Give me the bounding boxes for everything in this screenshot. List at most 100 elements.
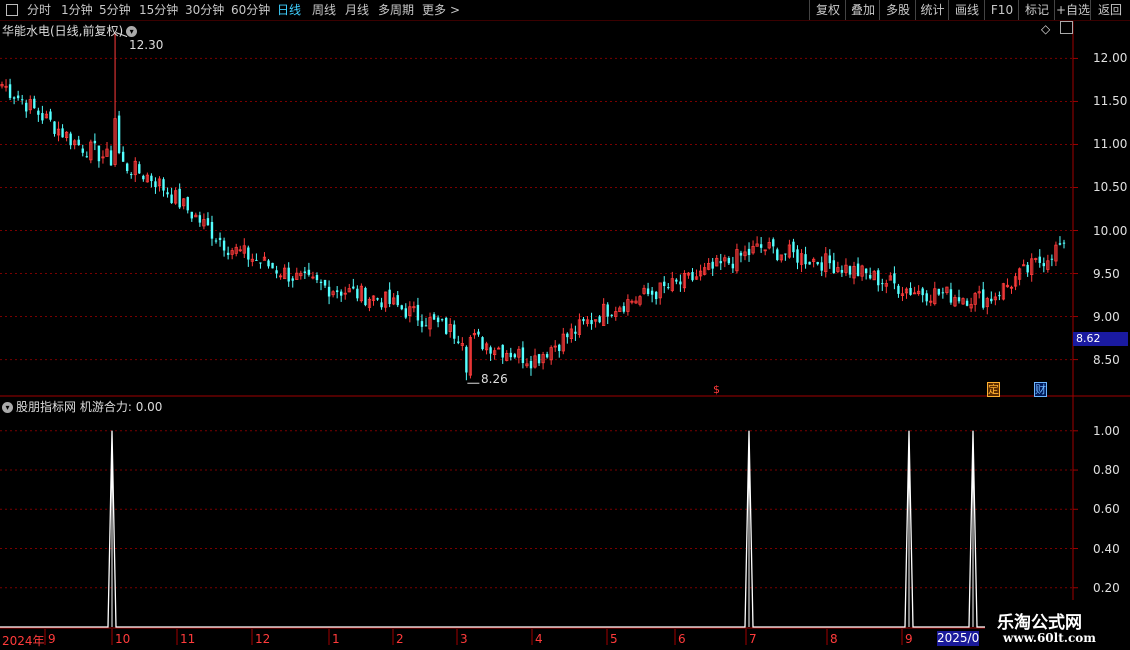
candle-body-down <box>856 263 860 276</box>
candle-body-down <box>784 253 787 255</box>
event-marker-cai[interactable]: 财 <box>1034 382 1047 397</box>
candle-body-down <box>909 287 912 295</box>
indicator-line <box>0 430 1073 628</box>
candle-body-down <box>380 302 383 308</box>
candle-body-down <box>339 291 343 296</box>
candle-body-down <box>453 324 456 339</box>
candle-body-down <box>804 254 807 265</box>
candle-body-down <box>868 274 872 279</box>
candle-body-down <box>214 240 218 242</box>
candle-body-down <box>465 346 468 373</box>
month-label: 1 <box>332 632 340 646</box>
price-tick-label: 9.50 <box>1093 266 1120 281</box>
candle-body-down <box>142 175 145 180</box>
candle-body-down <box>364 287 367 306</box>
candle-body-down <box>622 306 626 312</box>
high-price-label: 12.30 <box>129 38 164 52</box>
candle-body-down <box>663 281 666 287</box>
sub-title: 股朋指标网 <box>16 400 77 414</box>
candle-body-down <box>654 291 658 300</box>
candle-body-down <box>679 281 682 285</box>
candle-body-down <box>206 218 210 226</box>
candle-body-down <box>247 247 250 260</box>
candle-body-down <box>49 111 52 120</box>
candle-body-down <box>33 98 36 109</box>
price-tick-label: 8.50 <box>1093 352 1120 367</box>
candle-body-down <box>566 333 569 338</box>
candle-body-down <box>138 164 141 174</box>
candle-body-down <box>937 288 941 295</box>
watermark-title: 乐淘公式网 <box>997 613 1082 633</box>
candle-body-down <box>1050 258 1054 260</box>
candle-body-down <box>719 261 722 264</box>
candle-body-down <box>529 360 533 369</box>
candle-body-down <box>840 269 844 273</box>
candle-body-down <box>125 163 129 171</box>
candle-body-down <box>650 290 654 295</box>
month-label: 2 <box>396 632 404 646</box>
candle-body-down <box>998 295 1001 297</box>
candle-body-down <box>1062 242 1066 244</box>
indicator-value: 机游合力: 0.00 <box>79 400 163 414</box>
candle-body-down <box>747 248 751 256</box>
event-marker-ding[interactable]: 定 <box>987 382 1000 397</box>
candle-body-down <box>388 289 391 304</box>
candle-body-down <box>267 260 270 267</box>
candle-body-down <box>481 337 484 350</box>
month-label: 4 <box>535 632 543 646</box>
candle-body-down <box>921 288 924 296</box>
candle-body-down <box>759 244 763 248</box>
candle-body-down <box>166 192 169 195</box>
candle-body-down <box>117 115 121 154</box>
candle-body-down <box>877 270 880 286</box>
candle-body-down <box>37 110 40 115</box>
panel-toggle-icon[interactable] <box>1060 21 1073 34</box>
price-tick-label: 10.50 <box>1093 180 1128 195</box>
candle-body-down <box>457 341 460 343</box>
diamond-icon[interactable]: ◇ <box>1041 22 1050 36</box>
event-marker-s[interactable]: $ <box>713 383 720 396</box>
candle-body-down <box>477 331 480 335</box>
candle-body-down <box>610 314 613 316</box>
month-label: 5 <box>610 632 618 646</box>
chevron-down-icon[interactable]: ▾ <box>2 402 13 413</box>
candle-body-down <box>61 128 64 138</box>
price-tick-label: 11.50 <box>1093 94 1128 109</box>
candle-body-down <box>436 317 440 323</box>
kline-chart <box>0 21 1130 650</box>
candle-body-down <box>691 272 694 281</box>
candle-body-down <box>828 255 831 264</box>
watermark-url: www.60lt.com <box>1003 631 1096 645</box>
candle-body-down <box>537 354 541 364</box>
candle-body-down <box>25 102 28 112</box>
candle-body-down <box>776 249 779 261</box>
candle-body-down <box>16 95 20 99</box>
candle-body-down <box>12 97 16 99</box>
candle-body-down <box>727 257 731 264</box>
price-tick-label: 9.00 <box>1093 309 1120 324</box>
candle-body-down <box>509 352 512 358</box>
chevron-down-icon[interactable]: ▾ <box>126 26 138 37</box>
candle-body-down <box>93 140 97 144</box>
candle-body-down <box>69 133 72 146</box>
candle-body-down <box>130 174 133 176</box>
year-label: 2024年 <box>2 634 45 648</box>
candle-body-down <box>352 286 355 289</box>
candle-body-down <box>218 237 222 241</box>
current-price-tag: 8.62 <box>1073 332 1128 346</box>
candle-body-down <box>303 271 307 274</box>
candle-body-down <box>1042 263 1046 267</box>
candle-body-down <box>255 259 258 261</box>
candle-body-down <box>711 261 714 269</box>
candle-body-down <box>739 252 743 256</box>
candle-body-down <box>848 266 852 275</box>
month-label: 12 <box>255 632 271 646</box>
candle-body-down <box>808 261 811 265</box>
candle-body-down <box>832 260 836 274</box>
candle-body-down <box>731 263 735 269</box>
candle-body-down <box>356 288 359 299</box>
candle-body-down <box>396 295 399 306</box>
candle-body-down <box>162 179 165 191</box>
low-price-label: 8.26 <box>481 372 508 386</box>
candle-body-down <box>941 292 945 294</box>
